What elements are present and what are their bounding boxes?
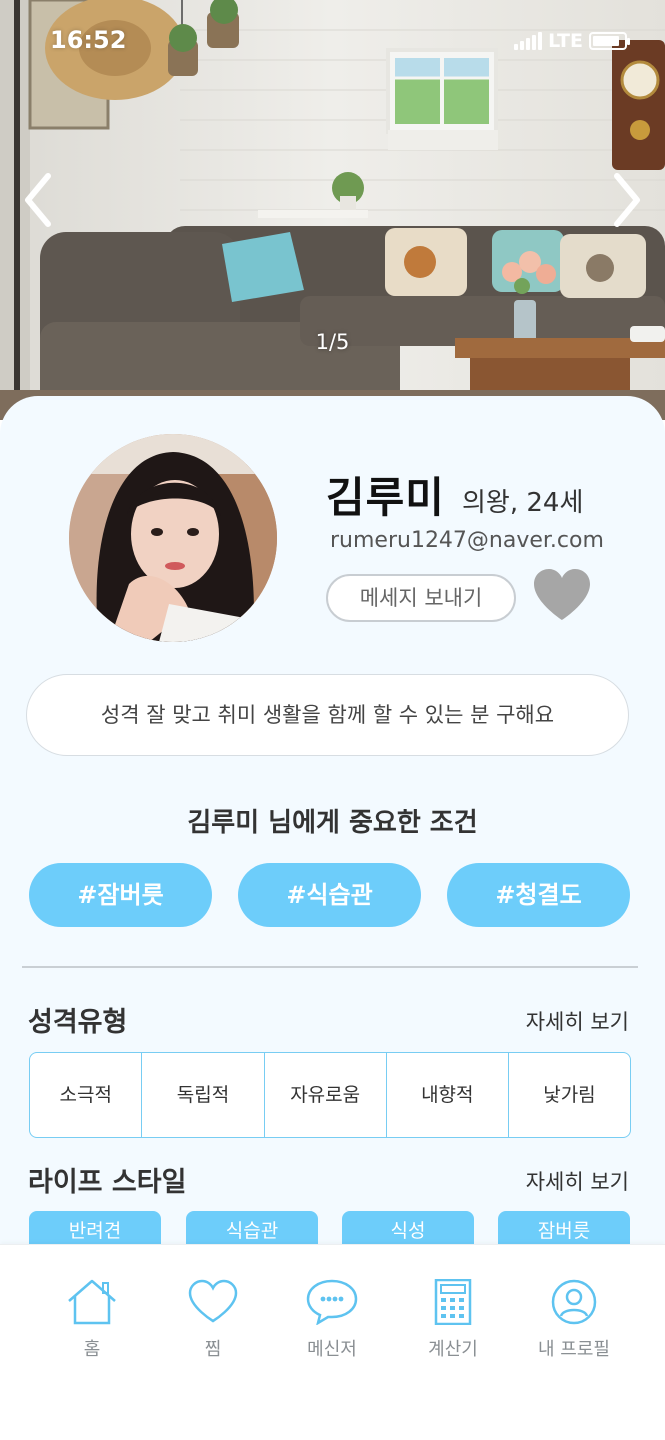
- avatar: [69, 434, 277, 642]
- section-divider: [22, 966, 638, 968]
- nav-messenger[interactable]: 메신저: [277, 1279, 387, 1361]
- send-message-button[interactable]: 메세지 보내기: [326, 574, 516, 622]
- profile-name: 김루미: [326, 473, 445, 522]
- signal-icon: [514, 32, 543, 50]
- home-icon: [68, 1279, 116, 1325]
- previous-photo-icon[interactable]: [18, 170, 58, 230]
- heart-icon: [188, 1279, 238, 1323]
- user-icon: [551, 1279, 597, 1325]
- personality-more-link[interactable]: 자세히 보기: [526, 1006, 629, 1036]
- like-heart-icon[interactable]: [532, 568, 592, 622]
- lifestyle-title: 라이프 스타일: [28, 1167, 187, 1198]
- nav-calculator[interactable]: 계산기: [398, 1279, 508, 1361]
- nav-my-profile[interactable]: 내 프로필: [519, 1279, 629, 1361]
- conditions-title: 김루미 님에게 중요한 조건: [187, 808, 478, 838]
- trait-cell: 내향적: [385, 1053, 508, 1137]
- status-bar: 16:52 LTE: [0, 26, 665, 56]
- status-time: 16:52: [50, 26, 127, 54]
- nav-messenger-label: 메신저: [307, 1339, 357, 1360]
- nav-likes-label: 찜: [204, 1339, 222, 1360]
- condition-tag[interactable]: #청결도: [447, 863, 630, 927]
- profile-email: rumeru1247@naver.com: [330, 528, 604, 553]
- trait-cell: 낯가림: [507, 1053, 630, 1137]
- status-indicators: LTE: [514, 30, 630, 52]
- next-photo-icon[interactable]: [607, 170, 647, 230]
- condition-tag[interactable]: #식습관: [238, 863, 421, 927]
- profile-card: 김루미 의왕, 24세 rumeru1247@naver.com 메세지 보내기…: [0, 396, 665, 1251]
- nav-home[interactable]: 홈: [37, 1279, 147, 1361]
- network-type: LTE: [548, 30, 583, 52]
- nav-likes[interactable]: 찜: [158, 1279, 268, 1361]
- room-photo: [0, 0, 665, 420]
- personality-title: 성격유형: [28, 1007, 128, 1038]
- chat-bubble-icon: [306, 1279, 358, 1325]
- trait-cell: 소극적: [59, 1084, 112, 1106]
- battery-icon: [589, 32, 630, 50]
- nav-calculator-label: 계산기: [428, 1339, 478, 1360]
- profile-location-age: 의왕, 24세: [462, 488, 584, 518]
- nav-home-label: 홈: [83, 1339, 101, 1360]
- photo-counter: 1/5: [315, 330, 350, 354]
- personality-traits-table: 소극적 독립적 자유로움 내향적 낯가림: [29, 1052, 631, 1138]
- bottom-navigation: 홈 찜 메신저 계산기 내 프로필: [0, 1244, 665, 1440]
- calculator-icon: [434, 1279, 472, 1325]
- trait-cell: 독립적: [141, 1053, 263, 1137]
- trait-cell: 자유로움: [263, 1053, 386, 1137]
- lifestyle-more-link[interactable]: 자세히 보기: [526, 1166, 629, 1196]
- avatar-portrait: [69, 434, 277, 642]
- nav-my-profile-label: 내 프로필: [538, 1339, 610, 1360]
- profile-intro: 성격 잘 맞고 취미 생활을 함께 할 수 있는 분 구해요: [26, 674, 629, 756]
- room-photo-carousel[interactable]: 16:52 LTE 1/5: [0, 0, 665, 420]
- condition-tag[interactable]: #잠버릇: [29, 863, 212, 927]
